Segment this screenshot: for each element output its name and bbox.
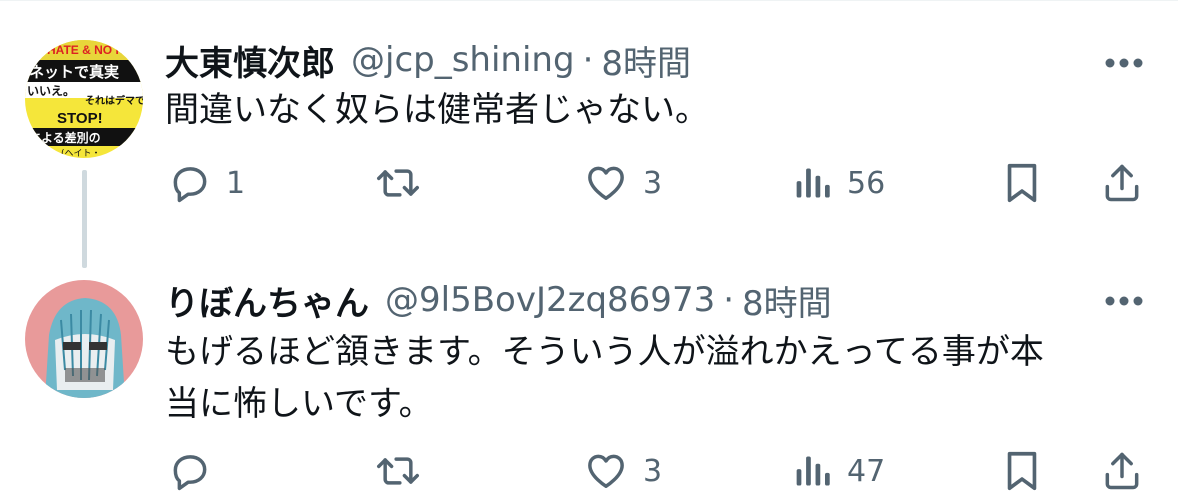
tweet-header: りぼんちゃん @9l5BovJ2zq86973 · 8時間 bbox=[165, 276, 832, 325]
action-bar: 1 3 56 bbox=[0, 158, 1178, 208]
tweet[interactable]: HATE & NO RA ネットで真実 いいえ。 それはデマで STOP! によ… bbox=[0, 0, 1178, 270]
avatar-text: HATE & NO RA bbox=[47, 43, 133, 57]
timeline: HATE & NO RA ネットで真実 いいえ。 それはデマで STOP! によ… bbox=[0, 0, 1178, 503]
bookmark-icon bbox=[1002, 448, 1042, 494]
avatar-text: による差別の bbox=[29, 130, 101, 145]
views-button[interactable]: 56 bbox=[793, 158, 885, 208]
views-icon bbox=[793, 449, 833, 493]
views-count: 47 bbox=[847, 453, 886, 489]
tweet-text-line: 当に怖しいです。 bbox=[165, 384, 433, 424]
like-button[interactable]: 3 bbox=[583, 158, 662, 208]
share-icon bbox=[1100, 448, 1144, 494]
like-icon bbox=[583, 449, 629, 493]
avatar[interactable]: HATE & NO RA ネットで真実 いいえ。 それはデマで STOP! によ… bbox=[25, 40, 143, 158]
tweet[interactable]: りぼんちゃん @9l5BovJ2zq86973 · 8時間 もげるほど頷きます。… bbox=[0, 270, 1178, 503]
like-count: 3 bbox=[643, 165, 663, 201]
reply-button[interactable] bbox=[168, 446, 226, 496]
views-icon bbox=[793, 161, 833, 205]
display-name[interactable]: 大東慎次郎 bbox=[165, 36, 335, 85]
retweet-icon bbox=[374, 449, 422, 493]
retweet-button[interactable] bbox=[374, 446, 436, 496]
like-count: 3 bbox=[643, 453, 663, 489]
avatar-text: STOP! bbox=[57, 110, 103, 127]
avatar-text: いいえ。 bbox=[27, 84, 75, 98]
reply-icon bbox=[168, 161, 212, 205]
like-button[interactable]: 3 bbox=[583, 446, 662, 496]
share-button[interactable] bbox=[1100, 158, 1144, 208]
avatar-text: それはデマで bbox=[85, 94, 143, 107]
tweet-text-line: もげるほど頷きます。そういう人が溢れかえってる事が本 bbox=[165, 332, 1044, 372]
timestamp[interactable]: 8時間 bbox=[601, 36, 691, 85]
more-icon[interactable] bbox=[1104, 54, 1144, 68]
avatar[interactable] bbox=[25, 280, 143, 398]
user-handle[interactable]: @9l5BovJ2zq86973 bbox=[385, 280, 715, 320]
reply-button[interactable]: 1 bbox=[168, 158, 245, 208]
share-button[interactable] bbox=[1100, 446, 1144, 496]
user-handle[interactable]: @jcp_shining bbox=[351, 40, 575, 80]
more-icon[interactable] bbox=[1104, 292, 1144, 306]
retweet-icon bbox=[374, 161, 422, 205]
timestamp[interactable]: 8時間 bbox=[742, 276, 832, 325]
avatar-text: (ヘイト・ bbox=[61, 149, 101, 158]
separator-dot: · bbox=[723, 280, 735, 320]
tweet-header: 大東慎次郎 @jcp_shining · 8時間 bbox=[165, 36, 691, 85]
separator-dot: · bbox=[582, 40, 594, 80]
views-button[interactable]: 47 bbox=[793, 446, 885, 496]
reply-count: 1 bbox=[226, 165, 246, 201]
tweet-text: 間違いなく奴らは健常者じゃない。 bbox=[165, 90, 709, 130]
bookmark-icon bbox=[1002, 160, 1042, 206]
avatar-text: ネットで真実 bbox=[29, 63, 119, 81]
reply-icon bbox=[168, 449, 212, 493]
action-bar: 3 47 bbox=[0, 446, 1178, 496]
share-icon bbox=[1100, 160, 1144, 206]
display-name[interactable]: りぼんちゃん bbox=[165, 276, 369, 325]
retweet-button[interactable] bbox=[374, 158, 436, 208]
bookmark-button[interactable] bbox=[1002, 158, 1042, 208]
like-icon bbox=[583, 161, 629, 205]
views-count: 56 bbox=[847, 165, 886, 201]
tweet-text: もげるほど頷きます。そういう人が溢れかえってる事が本 当に怖しいです。 bbox=[165, 326, 1125, 430]
bookmark-button[interactable] bbox=[1002, 446, 1042, 496]
